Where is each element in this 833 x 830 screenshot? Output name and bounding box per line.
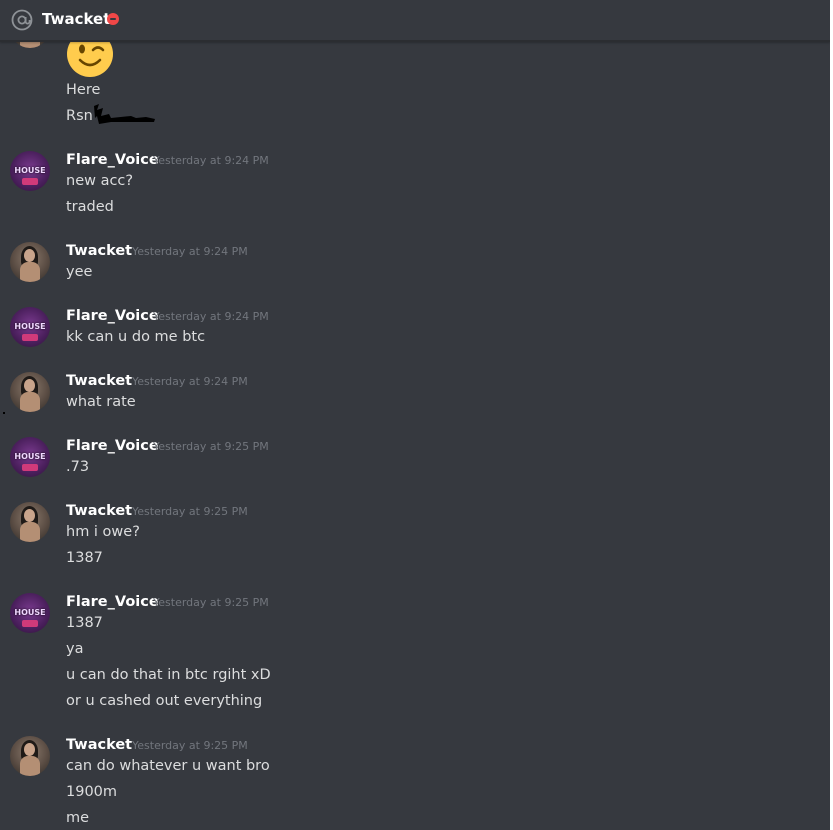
- avatar[interactable]: [10, 502, 50, 542]
- edge-mark: [3, 412, 5, 414]
- message-text: hm i owe?: [66, 524, 140, 540]
- message-text: Here: [66, 82, 101, 98]
- username[interactable]: Flare_Voice: [66, 151, 159, 169]
- message-text: 1387: [66, 550, 103, 566]
- avatar-text: HOUSE: [14, 166, 46, 175]
- message-text: yee: [66, 264, 93, 280]
- timestamp: Yesterday at 9:24 PM: [132, 375, 248, 388]
- avatar[interactable]: [10, 372, 50, 412]
- avatar-text: HOUSE: [14, 322, 46, 331]
- avatar[interactable]: [10, 736, 50, 776]
- message-text: u can do that in btc rgiht xD: [66, 667, 271, 683]
- channel-header: Twacket: [0, 0, 830, 42]
- username[interactable]: Flare_Voice: [66, 437, 159, 455]
- username[interactable]: Flare_Voice: [66, 307, 159, 325]
- username[interactable]: Twacket: [66, 242, 132, 260]
- timestamp: Yesterday at 9:25 PM: [132, 505, 248, 518]
- timestamp: Yesterday at 9:24 PM: [153, 154, 269, 167]
- message-text: what rate: [66, 394, 136, 410]
- channel-title[interactable]: Twacket: [42, 9, 110, 29]
- message-text: kk can u do me btc: [66, 329, 206, 345]
- avatar-text: HOUSE: [14, 608, 46, 617]
- at-sign-icon: [11, 9, 33, 31]
- message-text: 1387: [66, 615, 103, 631]
- username[interactable]: Twacket: [66, 372, 132, 390]
- do-not-disturb-icon: [107, 13, 119, 25]
- message-text: .73: [66, 459, 90, 475]
- username[interactable]: Twacket: [66, 502, 132, 520]
- timestamp: Yesterday at 9:25 PM: [153, 596, 269, 609]
- message-text: or u cashed out everything: [66, 693, 263, 709]
- avatar[interactable]: HOUSE: [10, 151, 50, 191]
- username[interactable]: Flare_Voice: [66, 593, 159, 611]
- message-text: Rsn: [66, 108, 93, 124]
- timestamp: Yesterday at 9:24 PM: [132, 245, 248, 258]
- avatar[interactable]: HOUSE: [10, 593, 50, 633]
- message-text: ya: [66, 641, 84, 657]
- avatar[interactable]: [10, 242, 50, 282]
- message-text: new acc?: [66, 173, 134, 189]
- redaction-scribble: [94, 104, 155, 124]
- message-text: me: [66, 810, 90, 826]
- timestamp: Yesterday at 9:24 PM: [153, 310, 269, 323]
- timestamp: Yesterday at 9:25 PM: [132, 739, 248, 752]
- timestamp: Yesterday at 9:25 PM: [153, 440, 269, 453]
- avatar-text: HOUSE: [14, 452, 46, 461]
- message-text: can do whatever u want bro: [66, 758, 270, 774]
- username[interactable]: Twacket: [66, 736, 132, 754]
- chat-window: Twacket Here Rsn HOUSE Flare_Voice Yesterd…: [0, 0, 830, 830]
- avatar[interactable]: HOUSE: [10, 307, 50, 347]
- message-text: traded: [66, 199, 114, 215]
- message-text: 1900m: [66, 784, 118, 800]
- avatar[interactable]: HOUSE: [10, 437, 50, 477]
